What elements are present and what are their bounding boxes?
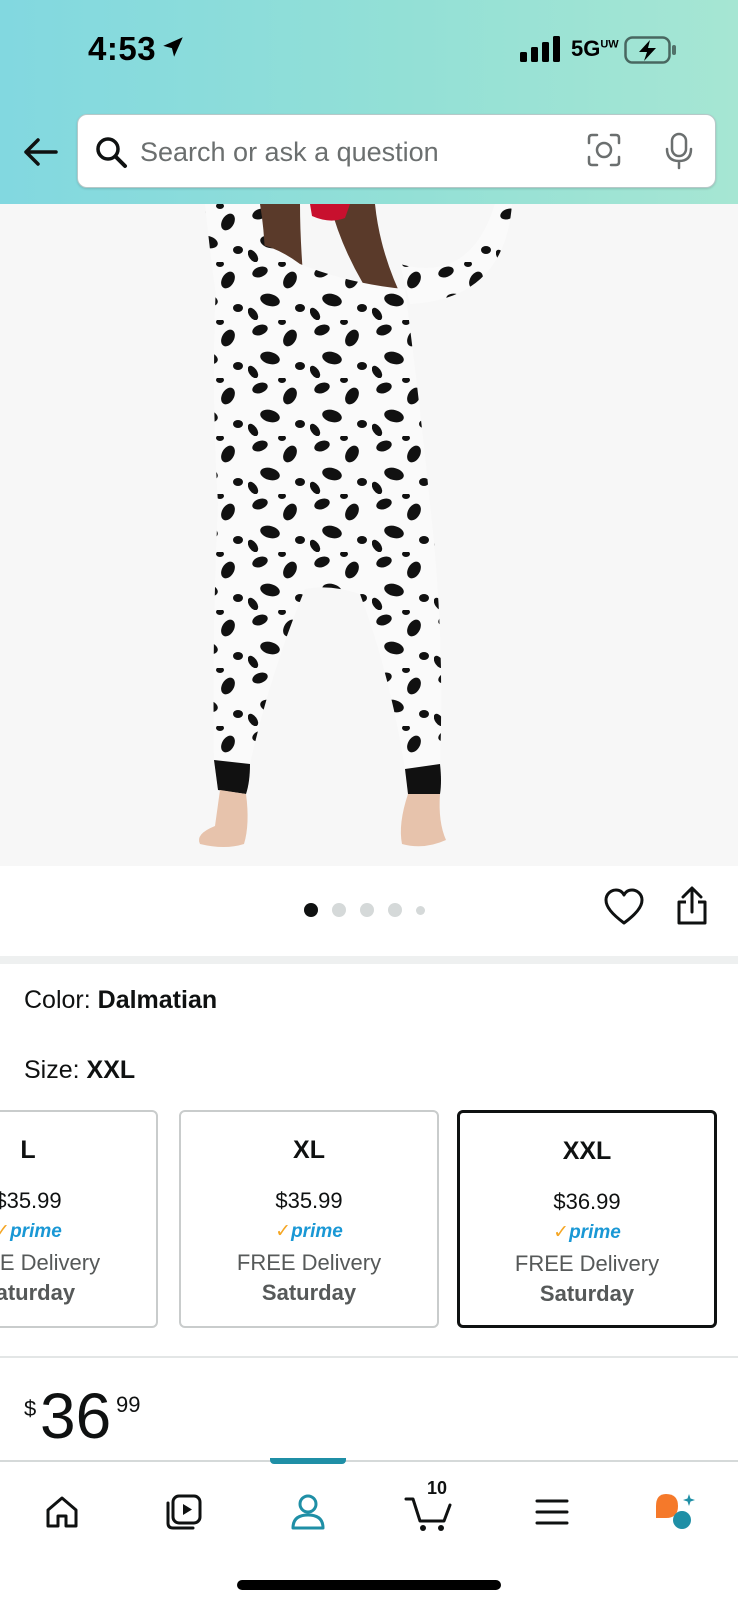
image-dot-4[interactable]: [388, 903, 402, 917]
selected-color: Dalmatian: [97, 986, 218, 1014]
price-currency: $: [24, 1396, 37, 1421]
price-fraction: 99: [116, 1392, 141, 1417]
size-option-l[interactable]: L $35.99 ✓prime FREE Delivery Saturday: [0, 1110, 158, 1328]
back-button[interactable]: [18, 132, 62, 172]
product-image[interactable]: [0, 204, 738, 866]
image-controls: [0, 866, 738, 956]
home-indicator[interactable]: [237, 1580, 501, 1590]
heart-icon[interactable]: [604, 888, 644, 926]
search-bar[interactable]: [77, 114, 716, 188]
bottom-navigation: 10: [0, 1458, 738, 1600]
prime-badge: ✓prime: [553, 1222, 621, 1243]
price-divider: [0, 1356, 738, 1358]
selected-size: XXL: [86, 1056, 136, 1084]
active-tab-indicator: [270, 1458, 346, 1464]
prime-badge: ✓prime: [0, 1221, 62, 1242]
home-icon: [46, 1496, 78, 1528]
status-bar: 4:53 5GUW: [0, 0, 738, 100]
nav-home[interactable]: [32, 1484, 92, 1540]
size-option-xxl[interactable]: XXL $36.99 ✓prime FREE Delivery Saturday: [457, 1110, 717, 1328]
nav-account[interactable]: [278, 1484, 338, 1540]
battery-charging-icon: [624, 36, 676, 64]
menu-icon: [535, 1499, 569, 1525]
color-variation-label: Color: Dalmatian: [24, 986, 218, 1014]
image-dot-3[interactable]: [360, 903, 374, 917]
image-dot-1[interactable]: [304, 903, 318, 917]
size-variation-label: Size: XXL: [24, 1056, 136, 1084]
status-time: 4:53: [88, 30, 157, 67]
network-type: 5GUW: [571, 36, 619, 61]
dalmatian-onesie-photo: [199, 204, 512, 847]
nav-menu[interactable]: [522, 1484, 582, 1540]
account-icon: [291, 1494, 325, 1530]
nav-rufus[interactable]: [644, 1484, 704, 1540]
microphone-icon[interactable]: [663, 132, 695, 170]
camera-lens-icon[interactable]: [586, 132, 622, 168]
cart-count: 10: [427, 1478, 448, 1498]
image-dot-5[interactable]: [416, 905, 425, 915]
size-options-row: L $35.99 ✓prime FREE Delivery Saturday X…: [0, 1110, 738, 1328]
search-icon: [96, 137, 127, 168]
price-whole: 36: [40, 1380, 112, 1452]
location-arrow-icon: [163, 37, 183, 57]
section-divider: [0, 956, 738, 964]
cellular-signal-icon: [520, 36, 560, 62]
video-icon: [166, 1494, 202, 1530]
share-icon[interactable]: [675, 886, 709, 926]
rufus-icon: [656, 1494, 695, 1529]
prime-badge: ✓prime: [275, 1221, 343, 1242]
back-arrow-icon: [24, 138, 58, 166]
image-pagination-dots: [304, 903, 425, 917]
nav-video[interactable]: [154, 1484, 214, 1540]
search-input[interactable]: [140, 129, 600, 175]
size-option-xl[interactable]: XL $35.99 ✓prime FREE Delivery Saturday: [179, 1110, 439, 1328]
image-dot-2[interactable]: [332, 903, 346, 917]
header: 4:53 5GUW: [0, 0, 738, 204]
nav-cart[interactable]: 10: [400, 1478, 460, 1540]
